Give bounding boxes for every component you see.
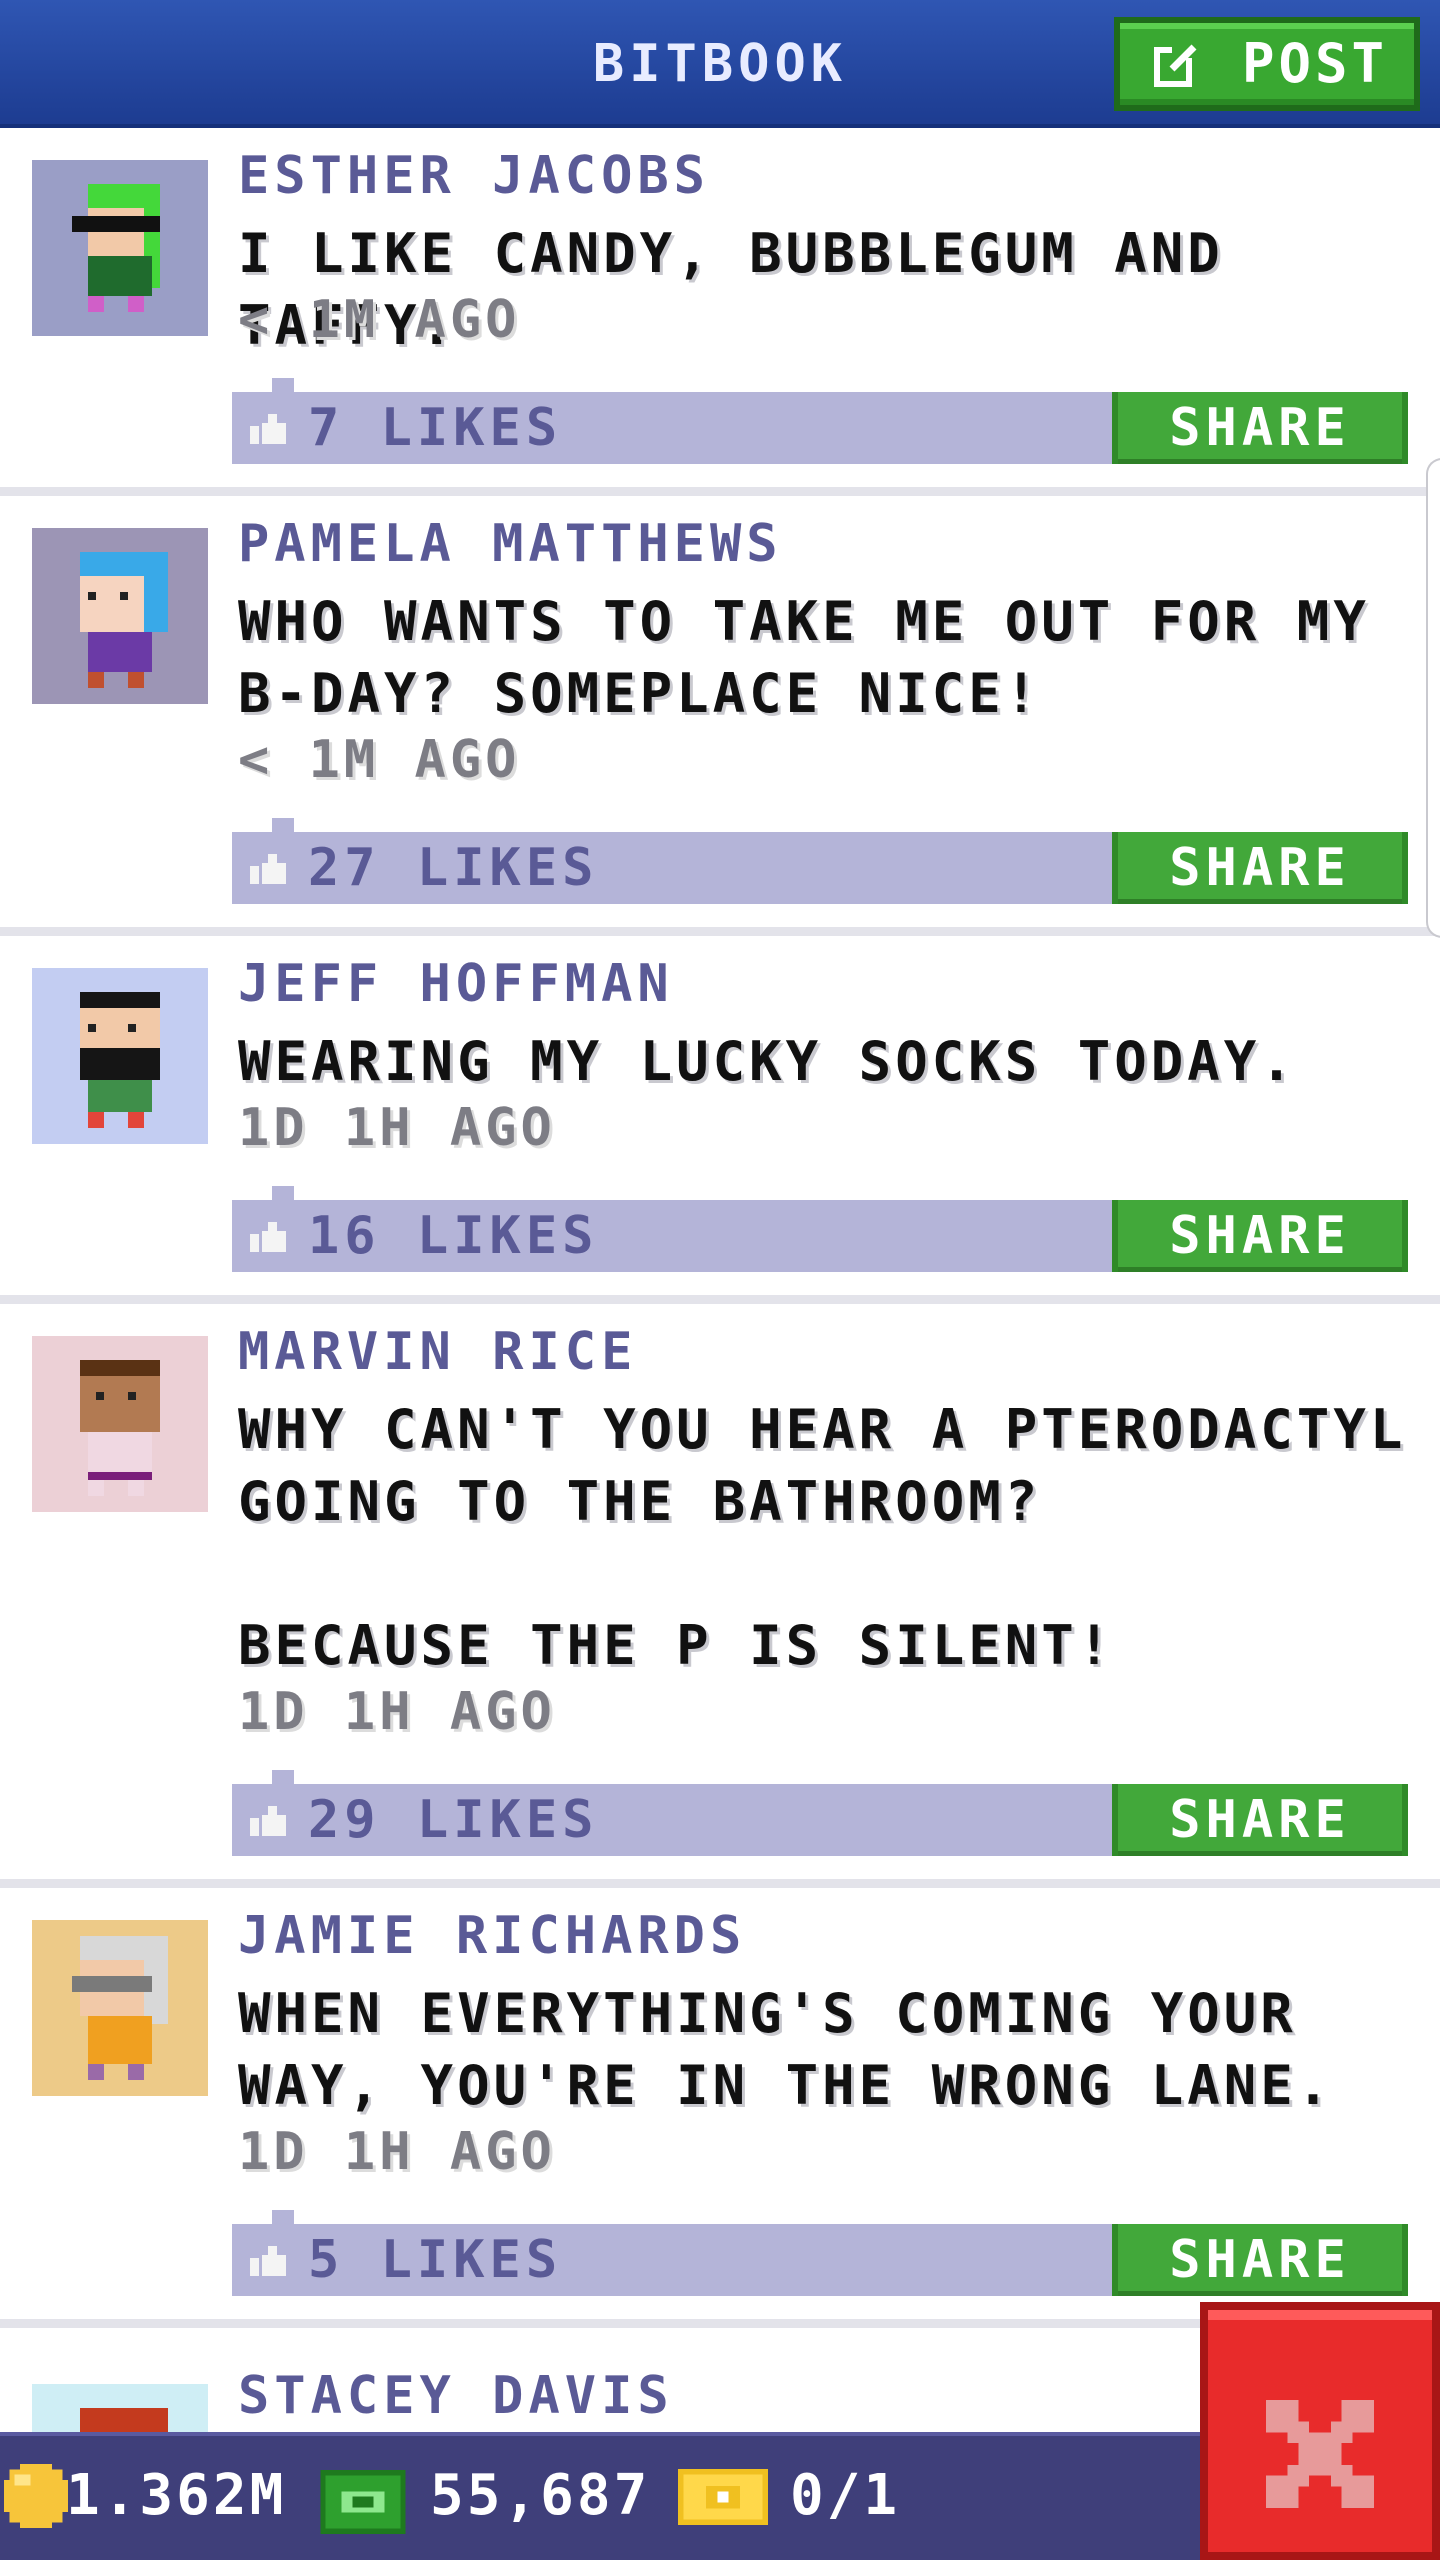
post-text: WHO WANTS TO TAKE ME OUT FOR MY B-DAY? S… <box>238 590 1370 725</box>
post-author[interactable]: MARVIN RICE <box>238 1322 637 1382</box>
app-header: BITBOOK POST <box>0 0 1440 128</box>
avatar <box>32 1336 208 1512</box>
post-author[interactable]: ESTHER JACOBS <box>238 146 710 206</box>
post-author[interactable]: JAMIE RICHARDS <box>238 1906 746 1966</box>
share-button[interactable]: SHARE <box>1112 392 1408 464</box>
feed-post: PAMELA MATTHEWS WHO WANTS TO TAKE ME OUT… <box>0 496 1440 936</box>
share-button[interactable]: SHARE <box>1112 832 1408 904</box>
edit-icon <box>1154 44 1197 87</box>
like-bar: 29 LIKES SHARE <box>232 1770 1408 1856</box>
like-bar: 5 LIKES SHARE <box>232 2210 1408 2296</box>
post-button-label: POST <box>1241 32 1388 95</box>
post-author[interactable]: JEFF HOFFMAN <box>238 954 674 1014</box>
close-button[interactable] <box>1200 2302 1440 2560</box>
avatar-image <box>32 1920 208 2096</box>
like-count[interactable]: 5 LIKES <box>308 2224 562 2296</box>
thumbs-up-icon <box>250 1222 286 1252</box>
share-button[interactable]: SHARE <box>1112 1200 1408 1272</box>
avatar-image <box>32 528 208 704</box>
post-text: WEARING MY LUCKY SOCKS TODAY. <box>238 1030 1297 1093</box>
thumbs-up-icon <box>250 1806 286 1836</box>
post-time: 1D 1H AGO <box>238 2122 556 2182</box>
share-button[interactable]: SHARE <box>1112 1784 1408 1856</box>
avatar-image <box>32 160 208 336</box>
like-count[interactable]: 27 LIKES <box>308 832 598 904</box>
scroll-indicator[interactable] <box>1426 458 1440 938</box>
avatar <box>32 968 208 1144</box>
avatar <box>32 160 208 336</box>
post-author[interactable]: PAMELA MATTHEWS <box>238 514 783 574</box>
ticket-count: 0/1 <box>790 2463 901 2528</box>
coin-count: 1.362M <box>66 2463 287 2528</box>
avatar <box>32 1920 208 2096</box>
like-bar: 16 LIKES SHARE <box>232 1186 1408 1272</box>
like-count[interactable]: 16 LIKES <box>308 1200 598 1272</box>
post-time: < 1M AGO <box>238 730 521 790</box>
post-text: WHY CAN'T YOU HEAR A PTERODACTYL GOING T… <box>238 1398 1407 1677</box>
post-time: 1D 1H AGO <box>238 1098 556 1158</box>
like-bar: 7 LIKES SHARE <box>232 378 1408 464</box>
avatar <box>32 528 208 704</box>
bux-count: 55,687 <box>430 2463 651 2528</box>
close-icon <box>1266 2400 1374 2508</box>
like-bar: 27 LIKES SHARE <box>232 818 1408 904</box>
like-count[interactable]: 7 LIKES <box>308 392 562 464</box>
thumbs-up-icon <box>250 854 286 884</box>
avatar-image <box>32 968 208 1144</box>
feed-post: MARVIN RICE WHY CAN'T YOU HEAR A PTERODA… <box>0 1304 1440 1888</box>
avatar-image <box>32 1336 208 1512</box>
post-time: 1D 1H AGO <box>238 1682 556 1742</box>
thumbs-up-icon <box>250 2246 286 2276</box>
post-time: < 1M AGO <box>238 290 521 350</box>
feed-post: JAMIE RICHARDS WHEN EVERYTHING'S COMING … <box>0 1888 1440 2328</box>
thumbs-up-icon <box>250 414 286 444</box>
feed-post: JEFF HOFFMAN WEARING MY LUCKY SOCKS TODA… <box>0 936 1440 1304</box>
post-author[interactable]: STACEY DAVIS <box>238 2366 674 2426</box>
share-button[interactable]: SHARE <box>1112 2224 1408 2296</box>
ticket-icon <box>678 2468 768 2526</box>
bux-icon <box>320 2470 406 2534</box>
like-count[interactable]: 29 LIKES <box>308 1784 598 1856</box>
coin-icon <box>4 2464 68 2528</box>
post-button[interactable]: POST <box>1114 17 1420 111</box>
feed-post: ESTHER JACOBS I LIKE CANDY, BUBBLEGUM AN… <box>0 128 1440 496</box>
post-text: WHEN EVERYTHING'S COMING YOUR WAY, YOU'R… <box>238 1982 1334 2117</box>
